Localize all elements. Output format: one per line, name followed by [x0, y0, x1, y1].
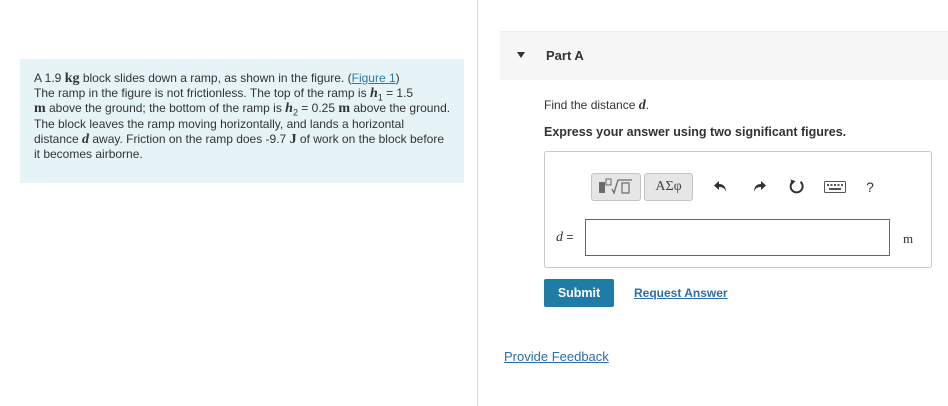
unit-label: m	[903, 231, 914, 246]
figure-link[interactable]: Figure 1	[352, 71, 396, 85]
part-title: Part A	[546, 48, 584, 63]
problem-text: )	[395, 71, 400, 85]
h1-unit: m	[34, 101, 46, 117]
instruction-text: Express your answer using two significan…	[544, 125, 847, 139]
problem-text: The ramp in the figure is not frictionle…	[34, 86, 370, 101]
problem-text: = 0.25	[297, 101, 339, 116]
request-answer-link[interactable]: Request Answer	[634, 286, 728, 300]
submit-button[interactable]: Submit	[544, 279, 614, 307]
problem-text: block slides down a ramp, as shown in th…	[79, 71, 352, 85]
problem-text: = 1.5	[382, 86, 414, 101]
symbols-button[interactable]: ΑΣφ	[644, 173, 693, 201]
h1-variable: h	[369, 86, 378, 102]
pane-divider	[477, 0, 478, 406]
question-variable: d	[638, 98, 646, 113]
problem-text: A 1.9	[34, 71, 65, 85]
templates-icon	[599, 178, 632, 195]
h2-unit: m	[338, 101, 351, 117]
math-toolbar: ΑΣφ ?	[591, 172, 881, 202]
collapse-arrow-icon[interactable]	[517, 52, 525, 58]
help-button[interactable]: ?	[859, 176, 881, 198]
undo-button[interactable]	[710, 176, 732, 198]
redo-icon	[754, 181, 766, 192]
d-variable: d	[82, 131, 90, 147]
answer-label: d =	[556, 230, 573, 246]
problem-text: above the ground; the bottom of the ramp…	[45, 101, 286, 116]
keyboard-button[interactable]	[824, 176, 846, 198]
reset-icon	[789, 179, 804, 194]
answer-box: ΑΣφ ? d = m	[544, 151, 932, 268]
answer-input[interactable]	[585, 219, 890, 256]
question-suffix: .	[645, 98, 650, 112]
undo-icon	[714, 181, 726, 192]
problem-text: away. Friction on the ramp does -9.7	[89, 131, 290, 146]
answer-equals: =	[563, 230, 574, 244]
work-unit: J	[289, 131, 297, 147]
part-header[interactable]: Part A	[500, 31, 948, 80]
templates-button[interactable]	[591, 173, 641, 201]
problem-statement: A 1.9 kg block slides down a ramp, as sh…	[20, 59, 464, 183]
reset-button[interactable]	[786, 176, 808, 198]
mass-unit: kg	[64, 71, 80, 86]
symbols-icon: ΑΣφ	[655, 179, 682, 194]
redo-button[interactable]	[748, 176, 770, 198]
help-icon: ?	[866, 179, 874, 195]
question-prefix: Find the distance	[544, 98, 639, 112]
keyboard-icon	[824, 181, 846, 193]
left-pane: A 1.9 kg block slides down a ramp, as sh…	[0, 0, 477, 406]
question-text: Find the distance d.	[544, 98, 649, 114]
provide-feedback-link[interactable]: Provide Feedback	[504, 349, 609, 364]
h2-variable: h	[285, 101, 293, 117]
answer-variable: d	[556, 230, 563, 245]
